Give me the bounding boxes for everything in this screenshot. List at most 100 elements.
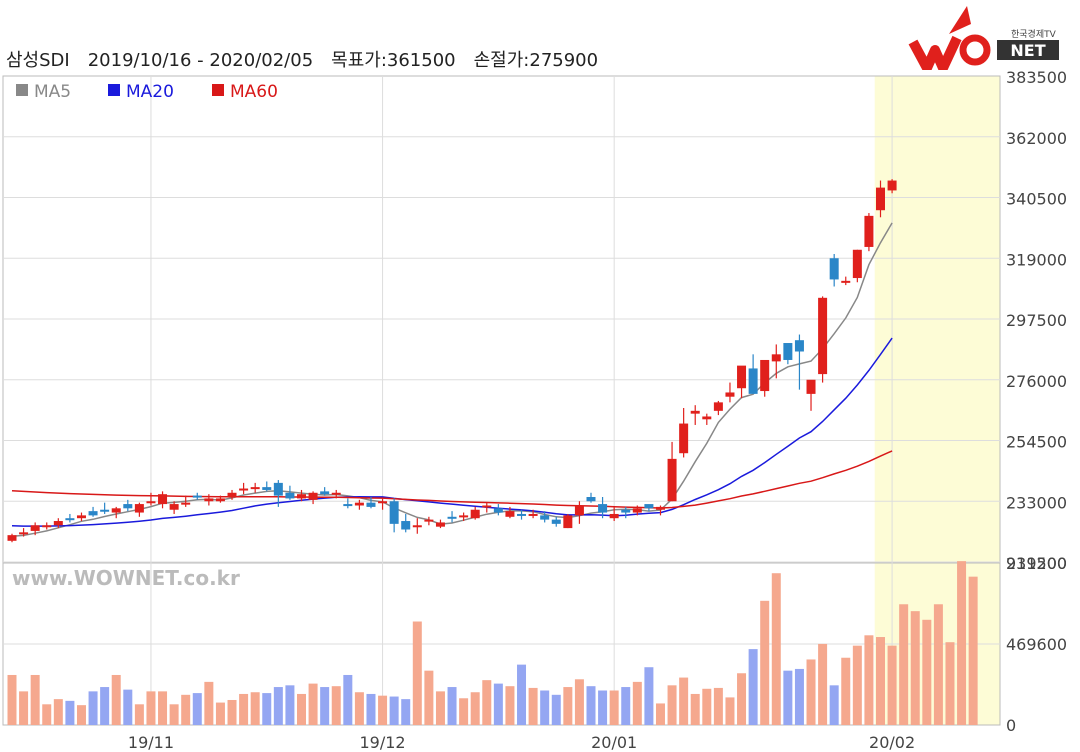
ma60-line [11, 450, 893, 509]
volume-bar [864, 635, 874, 725]
candle-body [667, 458, 677, 502]
volume-bar [540, 690, 550, 725]
candle-body [459, 515, 469, 518]
volume-bar [447, 687, 457, 725]
volume-bar [53, 699, 63, 725]
candle-body [285, 492, 295, 499]
candle-body [100, 509, 110, 512]
volume-bar [169, 704, 179, 725]
volume-bar [922, 619, 932, 725]
volume-bar [957, 561, 967, 725]
candle-body [806, 379, 816, 394]
candle-body [540, 515, 550, 520]
legend-swatch [16, 84, 28, 96]
volume-bar [215, 702, 225, 725]
volume-bar [192, 693, 202, 725]
candle-body [181, 502, 191, 505]
watermark: www.WOWNET.co.kr [12, 566, 240, 590]
candle-body [563, 515, 573, 529]
volume-bar [239, 693, 249, 725]
volume-bar [100, 687, 110, 725]
volume-bar [598, 690, 608, 725]
volume-bar [876, 637, 885, 725]
volume-bar [748, 649, 758, 725]
volume-bar [679, 677, 689, 725]
date-tick-label: 20/01 [591, 733, 637, 752]
candle-body [111, 508, 121, 513]
candle-body [609, 513, 619, 519]
candle-body [447, 516, 457, 519]
legend-swatch [108, 84, 120, 96]
legend-label: MA60 [230, 82, 278, 102]
volume-bar [227, 699, 237, 725]
candle-body [88, 511, 98, 516]
volume-bar [30, 674, 40, 725]
volume-bar [343, 674, 353, 725]
candle-body [215, 498, 225, 502]
date-tick-label: 19/11 [128, 733, 174, 752]
candle-body [123, 504, 133, 509]
volume-bar [146, 691, 156, 725]
volume-bar [65, 700, 75, 725]
candle-body [493, 508, 503, 513]
volume-bar [563, 687, 573, 725]
volume-bar [794, 668, 804, 725]
volume-bar [887, 645, 897, 725]
candle-body [308, 492, 318, 500]
price-tick-label: 383500 [1006, 68, 1067, 87]
candle-body [713, 402, 723, 411]
candle-body [818, 297, 828, 375]
candle-body [30, 525, 40, 531]
volume-bar [621, 687, 631, 725]
volume-bar [771, 573, 781, 725]
candle-body [574, 505, 584, 516]
candle-body [343, 504, 353, 507]
volume-bar [378, 695, 388, 725]
candle-body [204, 498, 214, 502]
volume-bar [551, 694, 561, 725]
volume-bar [760, 600, 770, 725]
candle-body [239, 488, 249, 491]
candle-body [771, 354, 781, 362]
candle-body [53, 521, 63, 526]
price-tick-label: 254500 [1006, 433, 1067, 452]
volume-bar [470, 692, 480, 725]
legend-swatch [212, 84, 224, 96]
volume-tick-label: 939200 [1006, 554, 1067, 573]
volume-bar [297, 693, 306, 725]
candle-body [505, 511, 515, 517]
candle-body [320, 491, 330, 495]
volume-bar [690, 693, 700, 725]
candle-body [354, 502, 364, 506]
candle-body [146, 501, 156, 504]
candle-body [273, 482, 283, 496]
candle-body [378, 501, 388, 504]
volume-bar [76, 705, 86, 725]
candle-body [424, 519, 434, 522]
candle-body [632, 508, 642, 513]
candle-body [852, 249, 862, 279]
candle-body [192, 495, 202, 498]
date-tick-label: 19/12 [360, 733, 406, 752]
volume-bar [910, 611, 920, 725]
volume-bar [667, 685, 677, 725]
volume-bar [308, 683, 318, 725]
volume-bar [424, 670, 434, 725]
candle-body [250, 487, 260, 490]
volume-bar [713, 687, 723, 725]
candle-body [389, 501, 399, 524]
volume-bar [505, 686, 515, 725]
volume-bar [459, 698, 469, 725]
candle-body [76, 515, 86, 519]
candle-body [702, 416, 712, 420]
candle-body [65, 518, 75, 521]
candle-body [748, 368, 758, 394]
candle-body [366, 502, 376, 507]
volume-bar [262, 693, 272, 725]
candle-body [331, 492, 341, 495]
candle-body [158, 494, 168, 505]
volume-bar [354, 692, 364, 725]
volume-bar [644, 667, 654, 725]
plot-frame [2, 75, 1001, 726]
volume-bar [493, 683, 503, 725]
